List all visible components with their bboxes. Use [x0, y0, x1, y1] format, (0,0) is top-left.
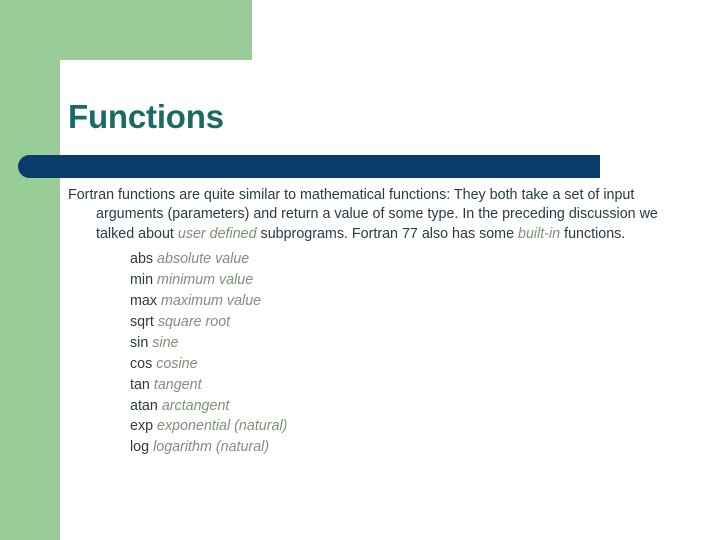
function-name: abs: [130, 251, 154, 268]
function-description: tangent: [153, 376, 202, 393]
function-name: log: [130, 439, 150, 456]
list-item: exp exponential (natural): [130, 416, 668, 437]
list-item: tan tangent: [130, 375, 668, 396]
function-name: atan: [130, 397, 158, 414]
list-item: max maximum value: [130, 291, 668, 312]
slide-title: Functions: [68, 98, 224, 135]
list-item: min minimum value: [130, 270, 668, 291]
list-item: log logarithm (natural): [130, 437, 668, 458]
emphasis-built-in: built-in: [518, 225, 561, 242]
function-name: exp: [130, 418, 154, 435]
function-name: sin: [130, 334, 149, 351]
function-description: square root: [157, 313, 231, 330]
function-name: tan: [130, 376, 150, 393]
function-name: sqrt: [130, 313, 154, 330]
function-description: logarithm (natural): [153, 439, 270, 456]
function-name: cos: [130, 355, 153, 372]
slide-body: Fortran functions are quite similar to m…: [68, 186, 668, 458]
paragraph-text-part-3: functions.: [560, 225, 626, 242]
list-item: abs absolute value: [130, 249, 668, 270]
builtin-function-list: abs absolute value min minimum value max…: [68, 249, 668, 458]
intro-paragraph: Fortran functions are quite similar to m…: [68, 186, 668, 244]
list-item: sin sine: [130, 333, 668, 354]
function-description: maximum value: [161, 293, 262, 310]
function-description: arctangent: [161, 397, 230, 414]
slide: Functions Fortran functions are quite si…: [0, 0, 720, 540]
function-description: cosine: [156, 355, 198, 372]
function-name: max: [130, 293, 158, 310]
emphasis-user-defined: user defined: [177, 225, 257, 242]
function-description: absolute value: [157, 251, 250, 268]
list-item: atan arctangent: [130, 396, 668, 417]
navy-divider-bar: [18, 155, 600, 178]
paragraph-text-part-2: subprograms. Fortran 77 also has some: [256, 225, 519, 242]
list-item: cos cosine: [130, 354, 668, 375]
function-description: minimum value: [157, 272, 254, 289]
green-top-block: [0, 0, 252, 60]
list-item: sqrt square root: [130, 312, 668, 333]
function-description: exponential (natural): [157, 418, 288, 435]
function-name: min: [130, 272, 154, 289]
green-side-strip: [0, 0, 60, 540]
function-description: sine: [152, 334, 179, 351]
